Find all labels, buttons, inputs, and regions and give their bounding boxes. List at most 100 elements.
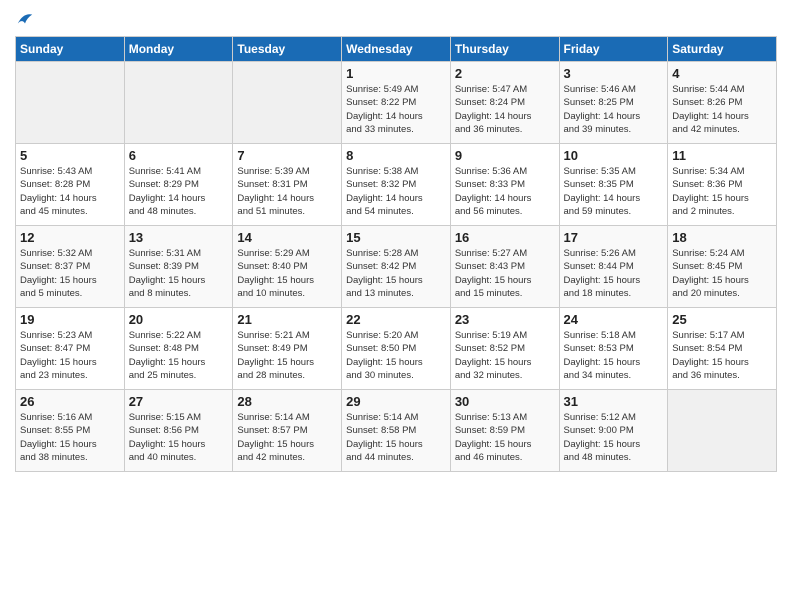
calendar-body: 1 Sunrise: 5:49 AM Sunset: 8:22 PM Daylig… [16,62,777,472]
day-cell: 7Sunrise: 5:39 AM Sunset: 8:31 PM Daylig… [233,144,342,226]
day-cell [124,62,233,144]
day-cell: 22 Sunrise: 5:20 AM Sunset: 8:50 PM Dayli… [342,308,451,390]
header-cell-tuesday: Tuesday [233,37,342,62]
day-number: 7 [237,148,337,163]
day-cell: 24 Sunrise: 5:18 AM Sunset: 8:53 PM Dayli… [559,308,668,390]
day-number: 13 [129,230,229,245]
day-info: Sunrise: 5:41 AM Sunset: 8:29 PM Dayligh… [129,165,229,218]
day-number: 23 [455,312,555,327]
day-number: 1 [346,66,446,81]
day-number: 5 [20,148,120,163]
day-info: Sunrise: 5:27 AM Sunset: 8:43 PM Dayligh… [455,247,555,300]
day-info: Sunrise: 5:35 AM Sunset: 8:35 PM Dayligh… [564,165,664,218]
day-info: Sunrise: 5:31 AM Sunset: 8:39 PM Dayligh… [129,247,229,300]
day-info: Sunrise: 5:21 AM Sunset: 8:49 PM Dayligh… [237,329,337,382]
day-number: 29 [346,394,446,409]
day-number: 25 [672,312,772,327]
logo [15,10,34,28]
day-number: 12 [20,230,120,245]
day-cell: 28 Sunrise: 5:14 AM Sunset: 8:57 PM Dayli… [233,390,342,472]
day-cell [668,390,777,472]
day-info: Sunrise: 5:15 AM Sunset: 8:56 PM Dayligh… [129,411,229,464]
day-cell: 10 Sunrise: 5:35 AM Sunset: 8:35 PM Dayli… [559,144,668,226]
day-info: Sunrise: 5:14 AM Sunset: 8:57 PM Dayligh… [237,411,337,464]
day-cell: 15 Sunrise: 5:28 AM Sunset: 8:42 PM Dayli… [342,226,451,308]
day-number: 16 [455,230,555,245]
day-number: 22 [346,312,446,327]
day-cell: 13 Sunrise: 5:31 AM Sunset: 8:39 PM Dayli… [124,226,233,308]
calendar-page: SundayMondayTuesdayWednesdayThursdayFrid… [0,0,792,612]
day-info: Sunrise: 5:36 AM Sunset: 8:33 PM Dayligh… [455,165,555,218]
day-number: 15 [346,230,446,245]
day-cell: 23 Sunrise: 5:19 AM Sunset: 8:52 PM Dayli… [450,308,559,390]
day-info: Sunrise: 5:43 AM Sunset: 8:28 PM Dayligh… [20,165,120,218]
calendar-header: SundayMondayTuesdayWednesdayThursdayFrid… [16,37,777,62]
day-cell [16,62,125,144]
header-cell-monday: Monday [124,37,233,62]
day-number: 24 [564,312,664,327]
day-number: 8 [346,148,446,163]
header-cell-thursday: Thursday [450,37,559,62]
day-cell: 9 Sunrise: 5:36 AM Sunset: 8:33 PM Daylig… [450,144,559,226]
day-number: 28 [237,394,337,409]
day-cell: 20 Sunrise: 5:22 AM Sunset: 8:48 PM Dayli… [124,308,233,390]
day-info: Sunrise: 5:12 AM Sunset: 9:00 PM Dayligh… [564,411,664,464]
header-cell-saturday: Saturday [668,37,777,62]
day-number: 30 [455,394,555,409]
day-cell [233,62,342,144]
day-info: Sunrise: 5:34 AM Sunset: 8:36 PM Dayligh… [672,165,772,218]
day-number: 3 [564,66,664,81]
day-cell: 26Sunrise: 5:16 AM Sunset: 8:55 PM Dayli… [16,390,125,472]
day-number: 2 [455,66,555,81]
day-cell: 1 Sunrise: 5:49 AM Sunset: 8:22 PM Daylig… [342,62,451,144]
day-info: Sunrise: 5:26 AM Sunset: 8:44 PM Dayligh… [564,247,664,300]
header-row: SundayMondayTuesdayWednesdayThursdayFrid… [16,37,777,62]
day-number: 10 [564,148,664,163]
day-number: 26 [20,394,120,409]
day-info: Sunrise: 5:28 AM Sunset: 8:42 PM Dayligh… [346,247,446,300]
day-cell: 5 Sunrise: 5:43 AM Sunset: 8:28 PM Daylig… [16,144,125,226]
day-number: 31 [564,394,664,409]
logo-bird-icon [16,10,34,28]
day-number: 20 [129,312,229,327]
day-cell: 27 Sunrise: 5:15 AM Sunset: 8:56 PM Dayli… [124,390,233,472]
day-info: Sunrise: 5:18 AM Sunset: 8:53 PM Dayligh… [564,329,664,382]
day-cell: 11Sunrise: 5:34 AM Sunset: 8:36 PM Dayli… [668,144,777,226]
day-info: Sunrise: 5:46 AM Sunset: 8:25 PM Dayligh… [564,83,664,136]
day-cell: 16 Sunrise: 5:27 AM Sunset: 8:43 PM Dayli… [450,226,559,308]
day-info: Sunrise: 5:24 AM Sunset: 8:45 PM Dayligh… [672,247,772,300]
day-cell: 6 Sunrise: 5:41 AM Sunset: 8:29 PM Daylig… [124,144,233,226]
day-cell: 25Sunrise: 5:17 AM Sunset: 8:54 PM Dayli… [668,308,777,390]
day-cell: 30Sunrise: 5:13 AM Sunset: 8:59 PM Dayli… [450,390,559,472]
day-cell: 12Sunrise: 5:32 AM Sunset: 8:37 PM Dayli… [16,226,125,308]
header-cell-wednesday: Wednesday [342,37,451,62]
day-number: 4 [672,66,772,81]
day-cell: 4 Sunrise: 5:44 AM Sunset: 8:26 PM Daylig… [668,62,777,144]
day-info: Sunrise: 5:49 AM Sunset: 8:22 PM Dayligh… [346,83,446,136]
week-row-2: 5 Sunrise: 5:43 AM Sunset: 8:28 PM Daylig… [16,144,777,226]
day-info: Sunrise: 5:23 AM Sunset: 8:47 PM Dayligh… [20,329,120,382]
day-number: 6 [129,148,229,163]
day-info: Sunrise: 5:20 AM Sunset: 8:50 PM Dayligh… [346,329,446,382]
day-number: 19 [20,312,120,327]
day-info: Sunrise: 5:29 AM Sunset: 8:40 PM Dayligh… [237,247,337,300]
day-number: 18 [672,230,772,245]
day-cell: 29Sunrise: 5:14 AM Sunset: 8:58 PM Dayli… [342,390,451,472]
day-cell: 2 Sunrise: 5:47 AM Sunset: 8:24 PM Daylig… [450,62,559,144]
day-cell: 31 Sunrise: 5:12 AM Sunset: 9:00 PM Dayli… [559,390,668,472]
day-number: 27 [129,394,229,409]
week-row-5: 26Sunrise: 5:16 AM Sunset: 8:55 PM Dayli… [16,390,777,472]
header [15,10,777,28]
week-row-1: 1 Sunrise: 5:49 AM Sunset: 8:22 PM Daylig… [16,62,777,144]
day-cell: 17Sunrise: 5:26 AM Sunset: 8:44 PM Dayli… [559,226,668,308]
day-number: 14 [237,230,337,245]
day-info: Sunrise: 5:38 AM Sunset: 8:32 PM Dayligh… [346,165,446,218]
day-info: Sunrise: 5:44 AM Sunset: 8:26 PM Dayligh… [672,83,772,136]
day-info: Sunrise: 5:19 AM Sunset: 8:52 PM Dayligh… [455,329,555,382]
day-info: Sunrise: 5:47 AM Sunset: 8:24 PM Dayligh… [455,83,555,136]
day-cell: 3 Sunrise: 5:46 AM Sunset: 8:25 PM Daylig… [559,62,668,144]
day-number: 9 [455,148,555,163]
day-info: Sunrise: 5:22 AM Sunset: 8:48 PM Dayligh… [129,329,229,382]
header-cell-friday: Friday [559,37,668,62]
day-number: 21 [237,312,337,327]
